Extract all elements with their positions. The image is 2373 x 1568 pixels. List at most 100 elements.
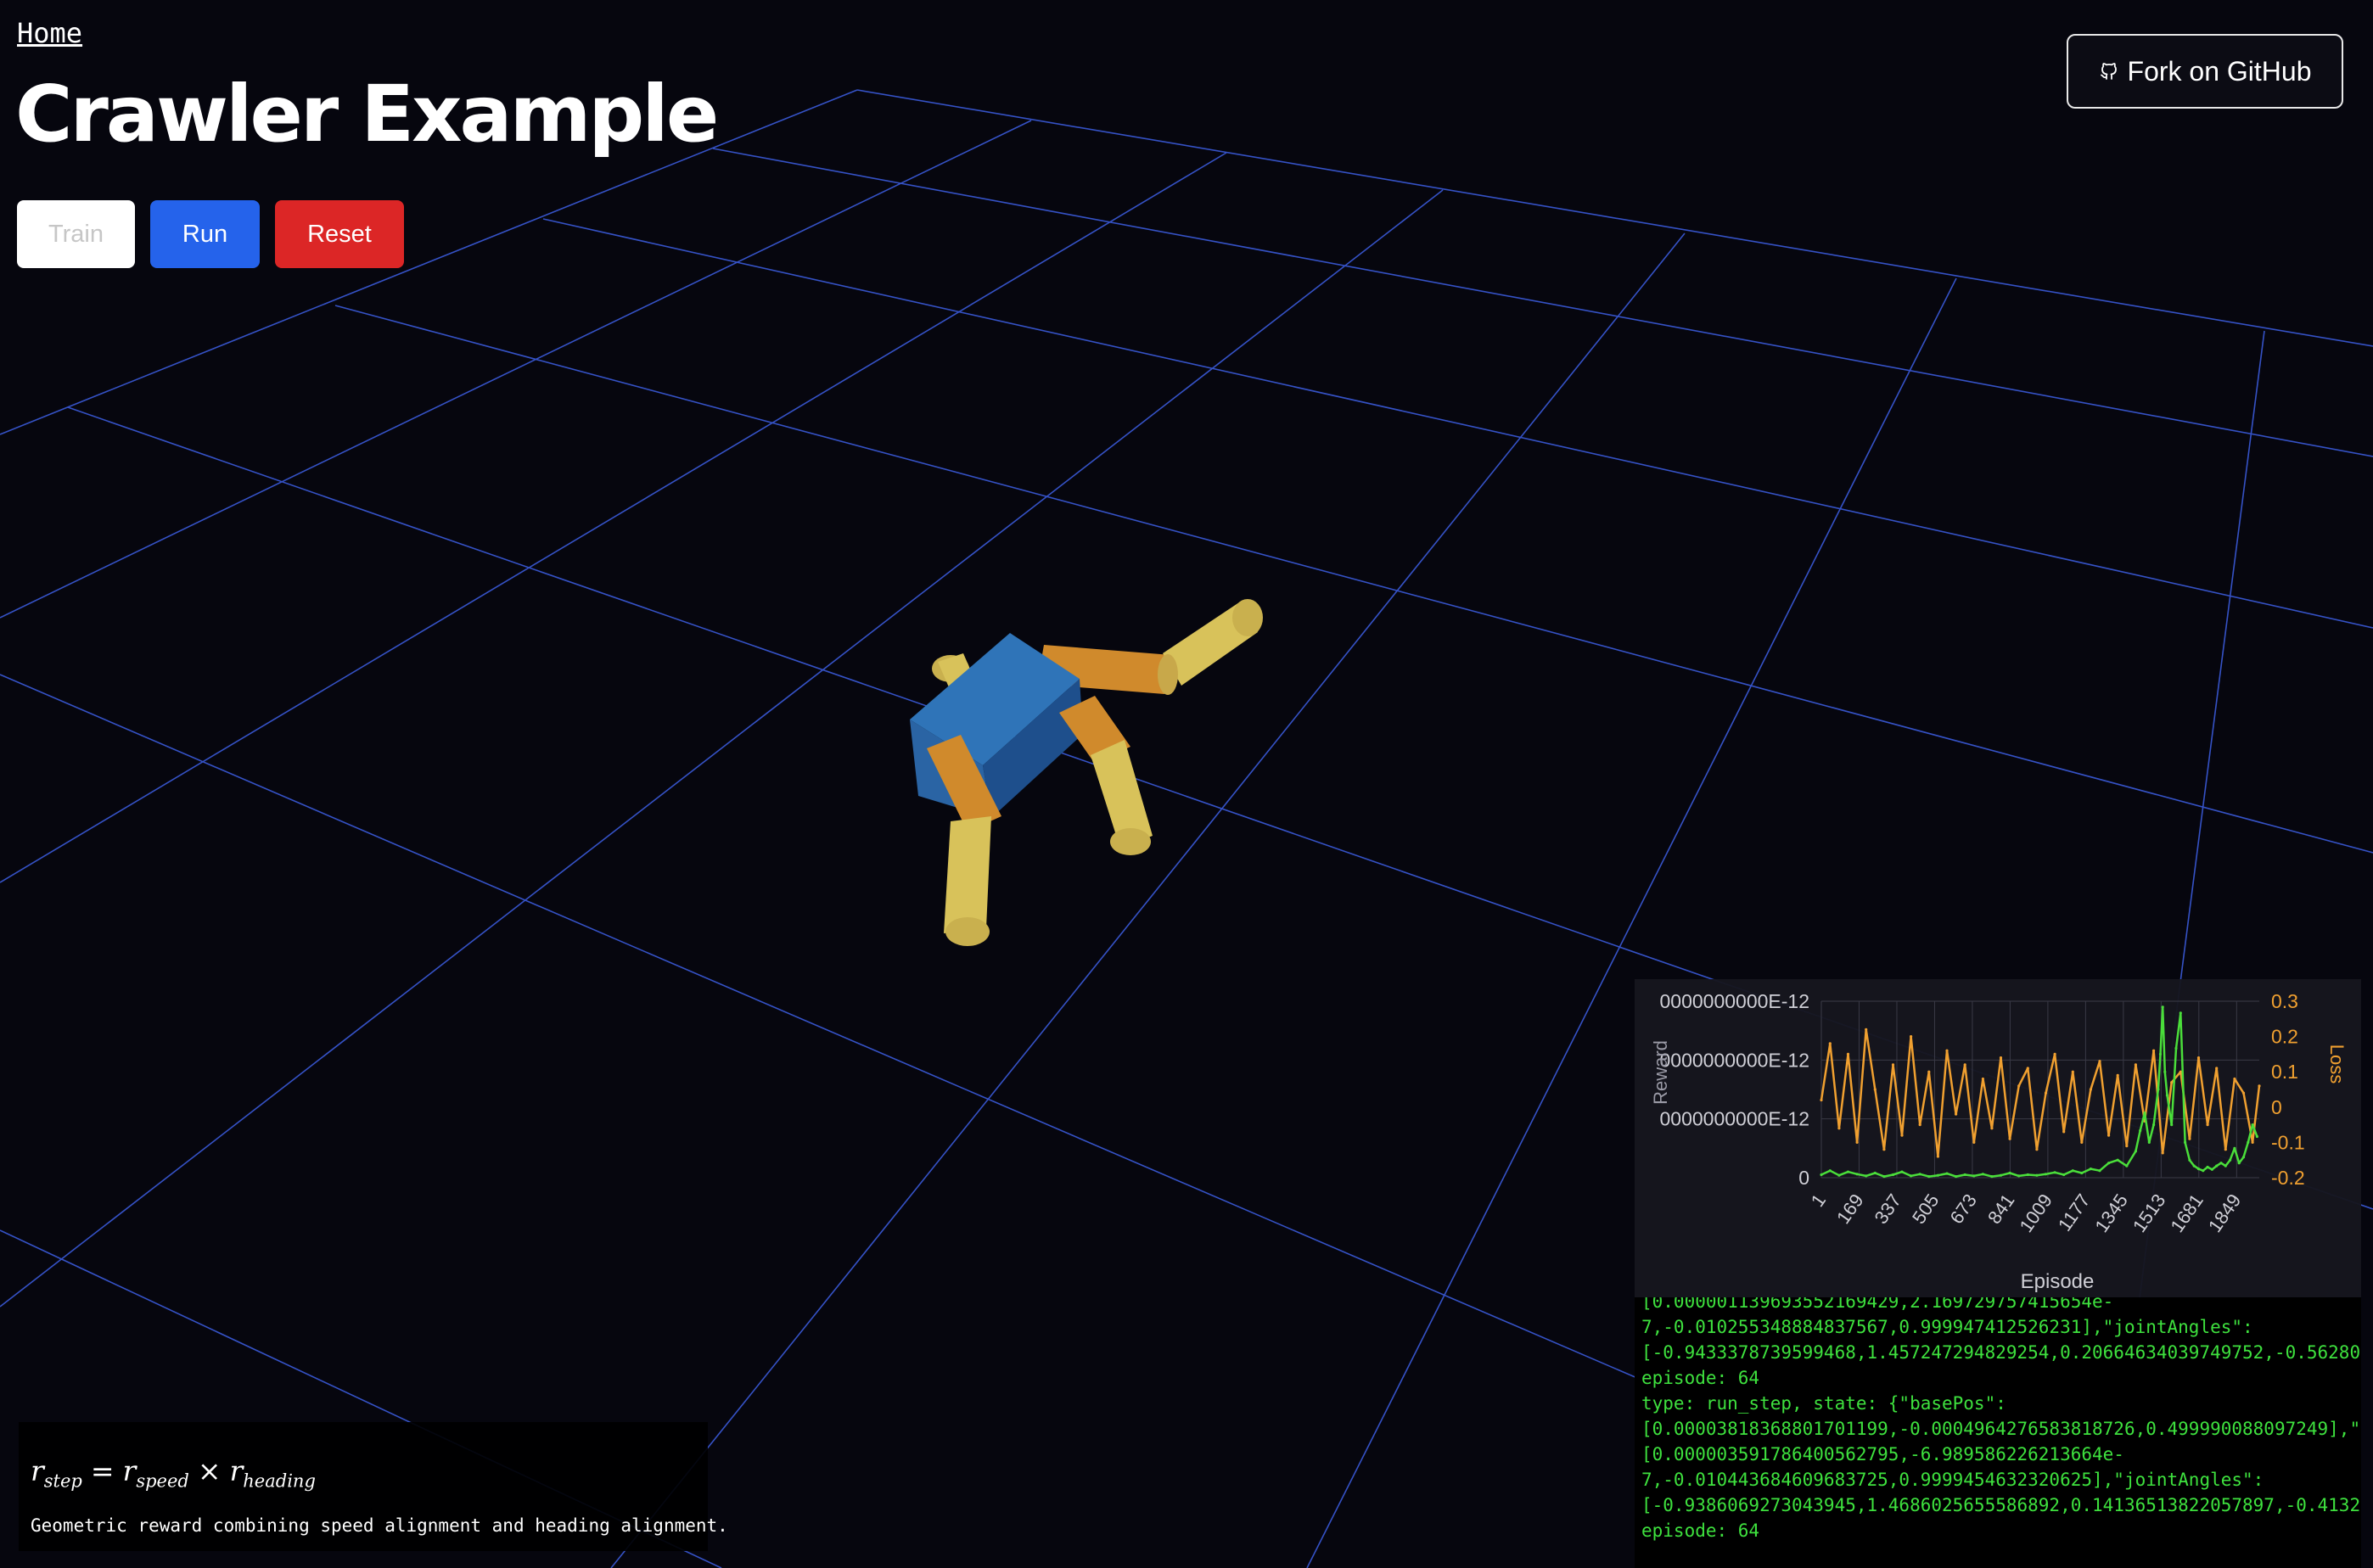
chart-right-tick-label: 0 xyxy=(2271,1096,2282,1118)
chart-point-loss xyxy=(2215,1067,2219,1070)
chart-point-reward xyxy=(2215,1164,2219,1168)
chart-right-tick-label: 0.2 xyxy=(2271,1026,2298,1048)
chart-point-loss xyxy=(1945,1049,1949,1052)
chart-series-reward xyxy=(1820,1005,2258,1178)
log-lines: [0.000001139693552169429,2.1697297574156… xyxy=(1635,1297,2361,1543)
chart-point-reward xyxy=(2044,1173,2048,1176)
chart-point-loss xyxy=(1900,1134,1904,1137)
chart-point-reward xyxy=(2147,1140,2151,1144)
chart-x-tick-label: 1009 xyxy=(2015,1190,2056,1236)
train-button[interactable]: Train xyxy=(17,200,135,268)
chart-point-reward xyxy=(2139,1128,2142,1133)
chart-point-reward xyxy=(2229,1158,2232,1162)
chart-point-reward xyxy=(1837,1173,1841,1177)
chart-point-reward xyxy=(1891,1173,1895,1177)
chart-point-reward xyxy=(1882,1175,1886,1179)
chart-point-reward xyxy=(1990,1175,1994,1179)
chart-left-tick-label: 0 xyxy=(1798,1167,1809,1189)
chart-point-loss xyxy=(1837,1127,1841,1130)
chart-point-loss xyxy=(1990,1127,1994,1130)
reward-formula-description: Geometric reward combining speed alignme… xyxy=(31,1515,728,1536)
log-line: [0.000003591786400562795,-6.989586226213… xyxy=(1641,1444,2124,1464)
chart-point-loss xyxy=(1828,1042,1832,1045)
reset-button[interactable]: Reset xyxy=(275,200,404,268)
chart-point-loss xyxy=(2026,1067,2029,1070)
chart-point-reward xyxy=(2237,1162,2241,1165)
formula-lhs-subscript: step xyxy=(43,1470,82,1492)
chart-point-reward xyxy=(2247,1140,2250,1144)
chart-point-reward xyxy=(2255,1134,2258,1139)
chart-point-loss xyxy=(1891,1063,1895,1067)
chart-right-tick-label: 0.1 xyxy=(2271,1061,2298,1083)
chart-point-loss xyxy=(1918,1123,1921,1127)
chart-point-loss xyxy=(2161,1151,2164,1155)
github-icon xyxy=(2100,63,2117,80)
chart-point-loss xyxy=(2107,1134,2111,1137)
chart-point-loss xyxy=(1873,1088,1877,1091)
control-buttons: Train Run Reset xyxy=(17,200,404,268)
chart-point-reward xyxy=(2184,1140,2187,1144)
chart-point-reward xyxy=(1900,1170,1904,1173)
chart-point-reward xyxy=(2116,1158,2119,1162)
chart-point-reward xyxy=(2157,1088,2160,1091)
chart-point-loss xyxy=(2098,1060,2101,1063)
formula-term-heading: r xyxy=(229,1454,244,1487)
step-log-console[interactable]: [0.000001139693552169429,2.1697297574156… xyxy=(1635,1297,2361,1568)
chart-x-tick-label: 337 xyxy=(1871,1190,1906,1228)
chart-point-loss xyxy=(1955,1112,1958,1116)
training-chart: 0000000000E-12 0000000000E-12 0000000000E-… xyxy=(1635,979,2361,1297)
chart-point-reward xyxy=(2098,1169,2101,1173)
chart-point-loss xyxy=(1981,1077,1984,1081)
chart-point-loss xyxy=(2258,1084,2261,1088)
chart-point-reward xyxy=(1972,1174,1976,1178)
chart-point-loss xyxy=(2251,1140,2254,1144)
chart-point-reward xyxy=(2251,1123,2254,1127)
chart-x-tick-label: 1681 xyxy=(2166,1190,2208,1236)
log-line: episode: 64 xyxy=(1641,1520,1760,1541)
chart-point-loss xyxy=(2134,1063,2137,1067)
training-chart-canvas: 0000000000E-12 0000000000E-12 0000000000E-… xyxy=(1650,990,2348,1293)
chart-left-tick-label: 0000000000E-12 xyxy=(1660,1108,1810,1130)
chart-point-reward xyxy=(2170,1123,2174,1127)
log-line: [-0.9433378739599468,1.457247294829254,0… xyxy=(1641,1342,2361,1363)
home-link[interactable]: Home xyxy=(17,17,82,49)
chart-point-reward xyxy=(2152,1123,2156,1127)
chart-point-reward xyxy=(2161,1005,2164,1009)
chart-point-reward xyxy=(1873,1171,1877,1175)
formula-term-heading-subscript: heading xyxy=(243,1470,316,1492)
chart-point-reward xyxy=(2053,1171,2056,1174)
reward-formula: rstep = rspeed × rheading xyxy=(31,1454,316,1492)
chart-right-tick-label: -0.1 xyxy=(2271,1131,2305,1153)
chart-point-reward xyxy=(2134,1150,2137,1153)
chart-left-axis-title: Reward xyxy=(1650,1040,1671,1105)
chart-point-loss xyxy=(1855,1140,1859,1144)
chart-point-reward xyxy=(1910,1174,1913,1178)
chart-point-reward xyxy=(2206,1165,2209,1169)
fork-on-github-button[interactable]: Fork on GitHub xyxy=(2067,34,2343,109)
chart-left-tick-label: 0000000000E-12 xyxy=(1660,1049,1810,1071)
chart-point-reward xyxy=(2174,1046,2178,1050)
chart-point-loss xyxy=(2116,1073,2119,1077)
chart-point-reward xyxy=(1927,1175,1931,1179)
chart-x-axis-title: Episode xyxy=(2021,1270,2095,1293)
log-line: episode: 64 xyxy=(1641,1368,1760,1388)
chart-point-loss xyxy=(2188,1137,2191,1140)
chart-point-loss xyxy=(1846,1052,1850,1056)
chart-x-tick-label: 505 xyxy=(1908,1190,1944,1228)
chart-point-loss xyxy=(1820,1098,1823,1102)
run-button[interactable]: Run xyxy=(150,200,260,268)
chart-x-tick-label: 841 xyxy=(1983,1190,2019,1228)
chart-point-loss xyxy=(2035,1148,2039,1151)
chart-point-loss xyxy=(2241,1091,2246,1095)
chart-point-reward xyxy=(2071,1169,2074,1173)
chart-point-reward xyxy=(2158,1052,2163,1056)
chart-point-reward xyxy=(2062,1173,2066,1177)
chart-point-loss xyxy=(2008,1137,2011,1140)
chart-point-reward xyxy=(1955,1175,1958,1179)
chart-point-reward xyxy=(2163,1070,2167,1073)
chart-point-loss xyxy=(2071,1070,2074,1073)
chart-point-reward xyxy=(2241,1156,2246,1159)
chart-point-reward xyxy=(2080,1171,2084,1175)
chart-point-reward xyxy=(2196,1168,2201,1171)
chart-point-reward xyxy=(2017,1174,2021,1178)
